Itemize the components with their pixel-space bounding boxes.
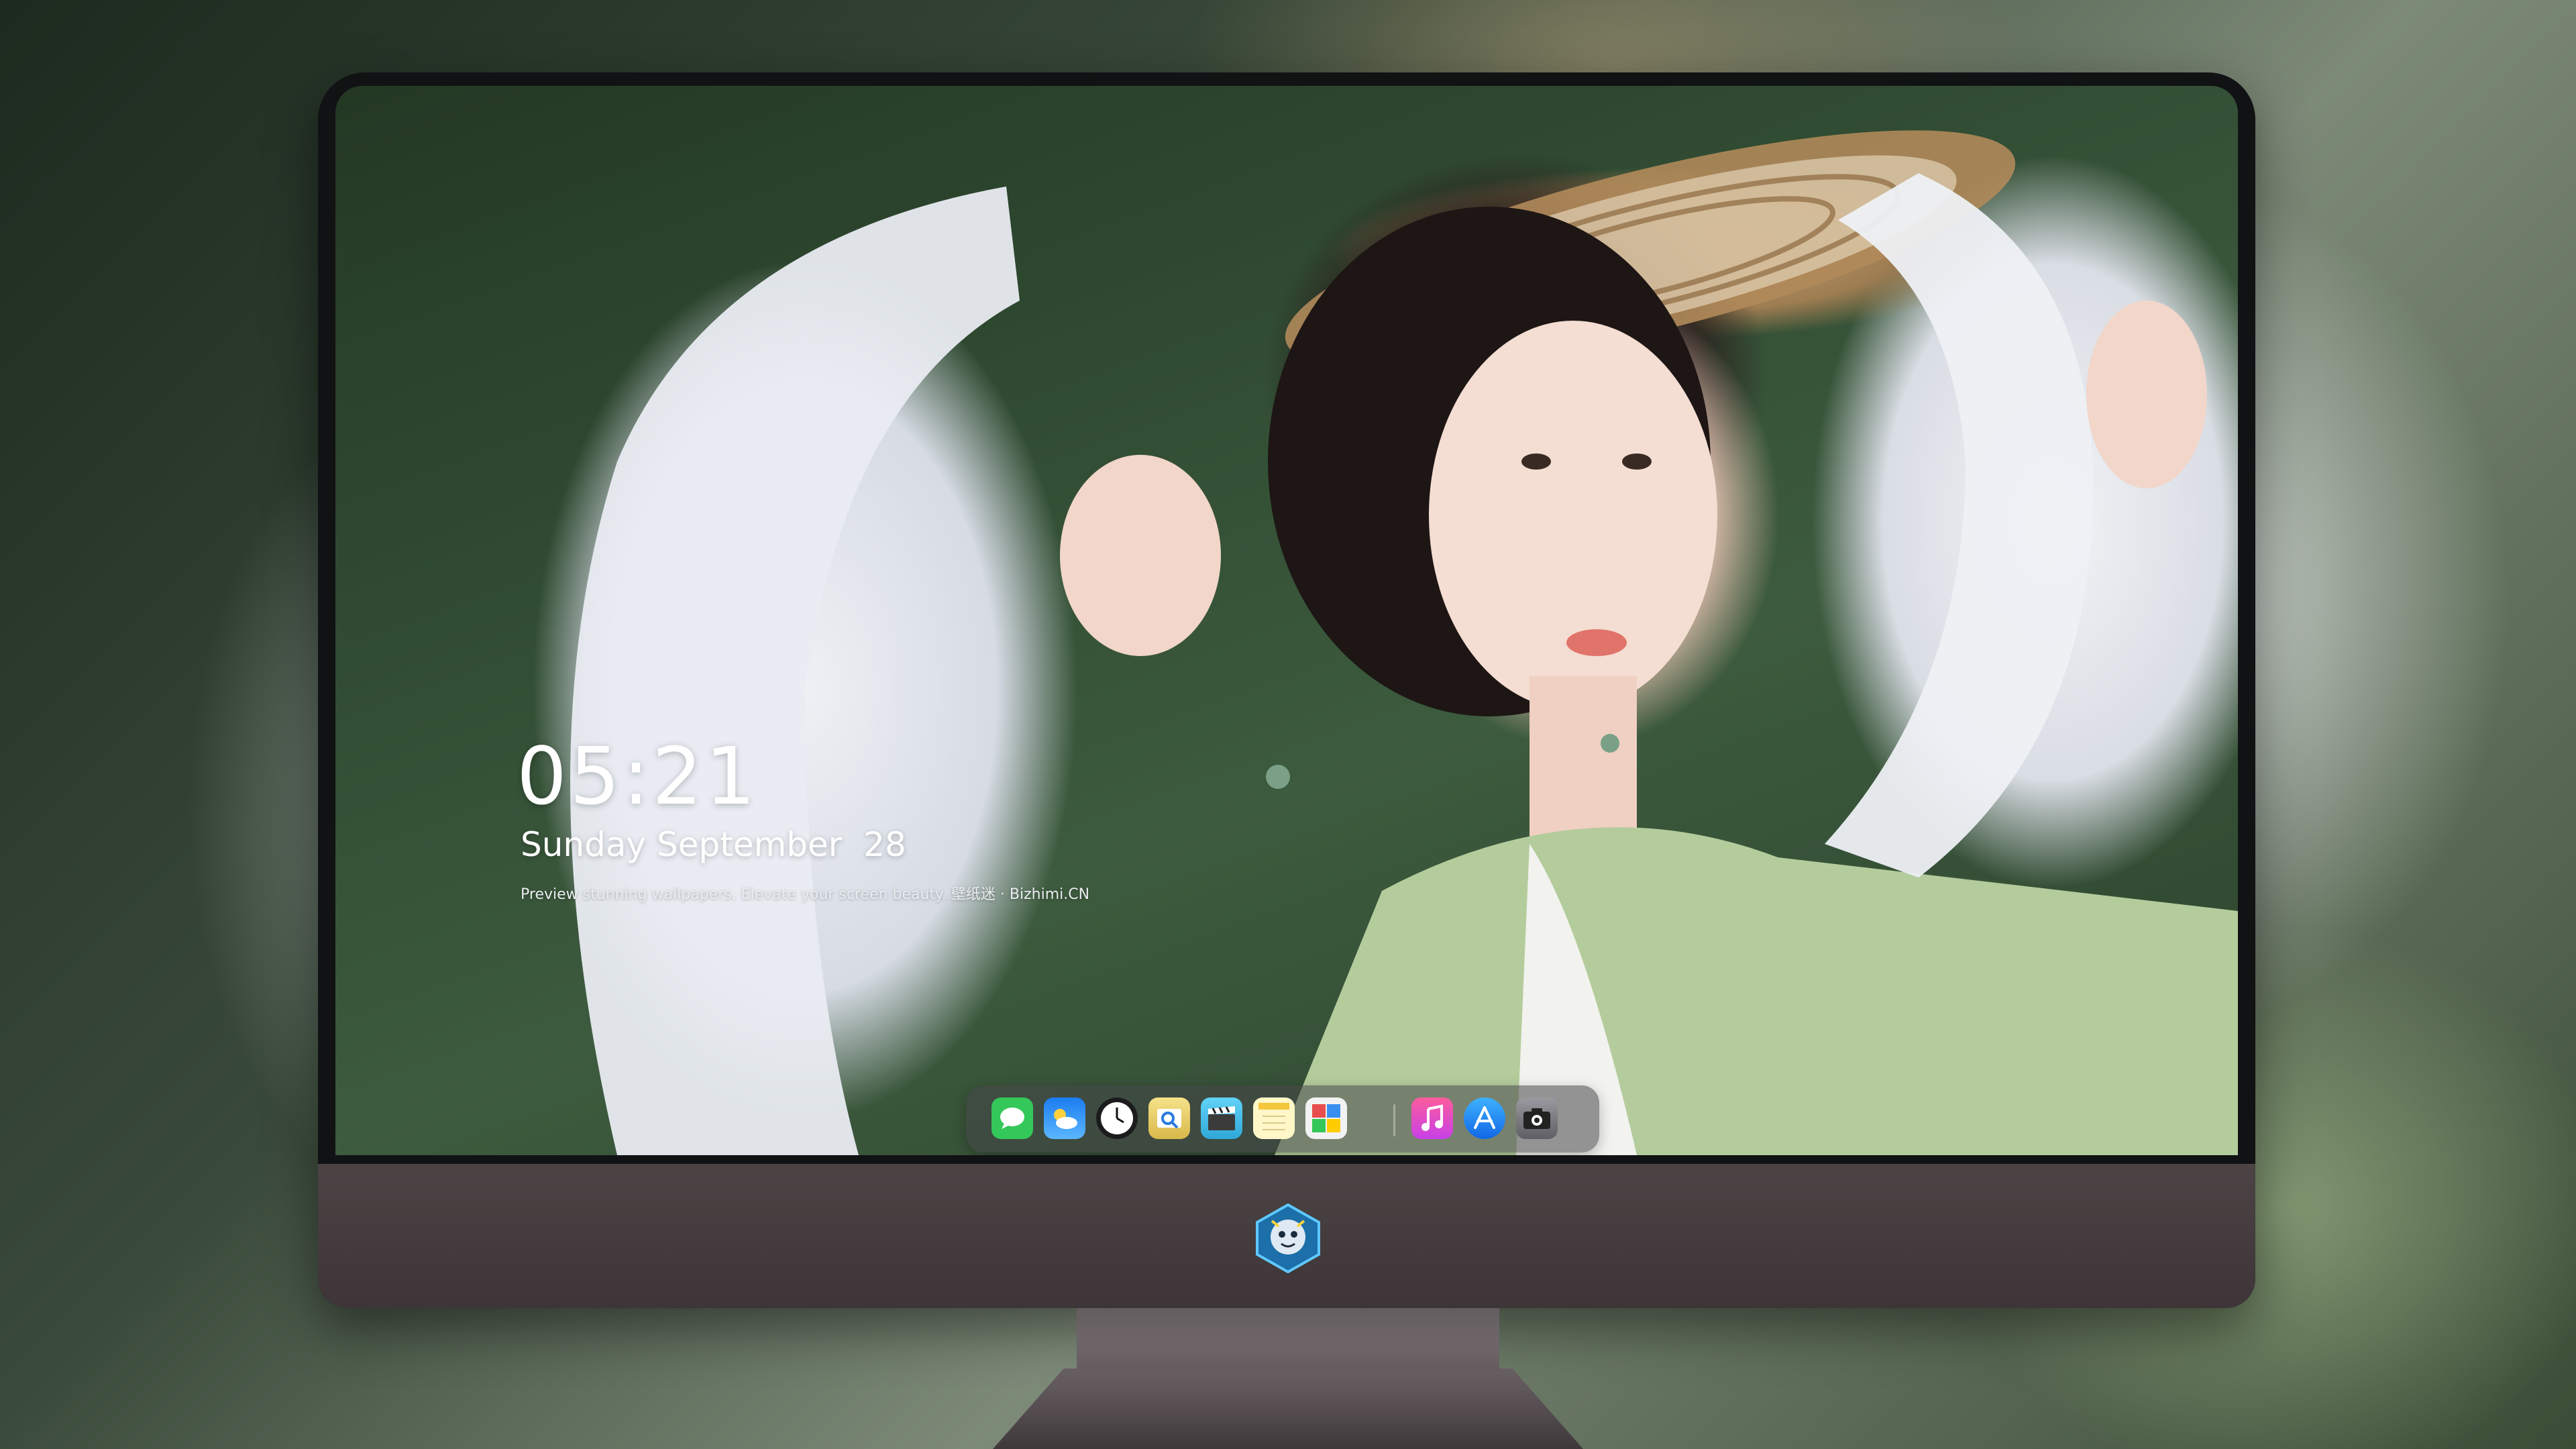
wallpaper-image xyxy=(570,130,2238,1155)
lock-date: Sunday September 28 xyxy=(521,825,906,864)
dock xyxy=(966,1085,1599,1152)
dock-separator xyxy=(1393,1104,1395,1136)
notes-icon[interactable] xyxy=(1253,1097,1295,1139)
messages-icon[interactable] xyxy=(991,1097,1033,1139)
music-note-icon[interactable] xyxy=(1411,1097,1453,1139)
app-store-icon[interactable] xyxy=(1464,1097,1505,1139)
clapperboard-icon[interactable] xyxy=(1201,1097,1242,1139)
clock-icon[interactable] xyxy=(1096,1097,1138,1139)
brand-logo xyxy=(1256,1203,1320,1274)
photo-grid-icon[interactable] xyxy=(1305,1097,1347,1139)
desktop-screen: 05:21 Sunday September 28 Preview stunni… xyxy=(335,86,2238,1155)
lock-clock-time: 05:21 xyxy=(517,730,759,822)
wallpaper-tagline: Preview stunning wallpapers. Elevate you… xyxy=(521,886,1090,903)
camera-icon[interactable] xyxy=(1516,1097,1558,1139)
preview-icon[interactable] xyxy=(1148,1097,1190,1139)
monitor-stand-base xyxy=(993,1368,1583,1449)
weather-icon[interactable] xyxy=(1044,1097,1085,1139)
